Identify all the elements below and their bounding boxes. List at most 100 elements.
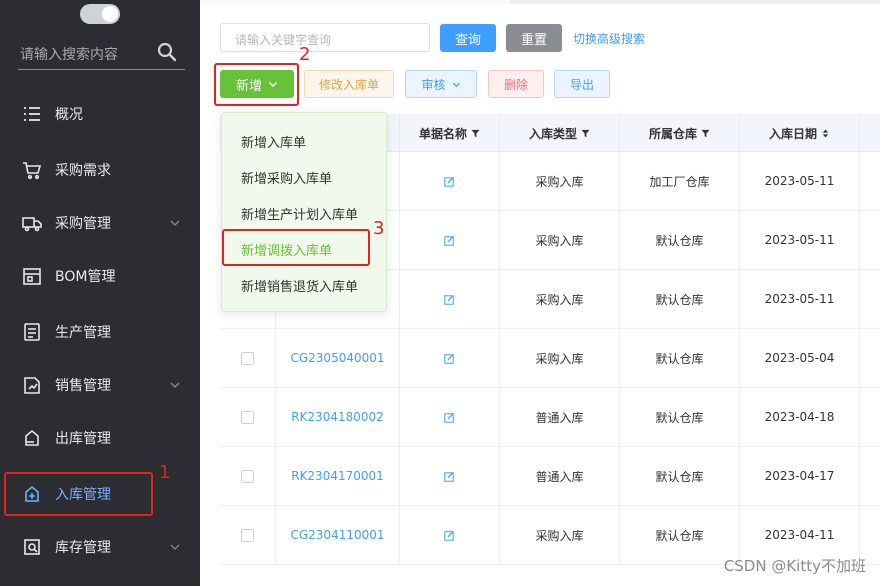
edit-icon[interactable] — [444, 176, 455, 187]
row-checkbox[interactable] — [241, 469, 254, 483]
code-cell: RK2304170001 — [276, 447, 400, 505]
table-row[interactable]: CG2305040001 采购入库 默认仓库 2023-05-04 — [220, 329, 880, 388]
code-cell: RK2304180002 — [276, 388, 400, 446]
inbound-type-cell: 普通入库 — [500, 447, 620, 505]
sidebar-item-label: 概况 — [55, 107, 83, 123]
inbound-date-cell: 2023-05-04 — [740, 329, 860, 387]
sidebar-item-label: 库存管理 — [55, 540, 111, 556]
cart-icon — [23, 162, 42, 180]
active-tab[interactable] — [510, 0, 880, 4]
edit-icon[interactable] — [444, 235, 455, 246]
sidebar-search-input[interactable]: 请输入搜索内容 — [18, 38, 185, 70]
inbound-date-cell: 2023-05-11 — [740, 152, 860, 210]
inbound-code-link[interactable]: CG2305040001 — [290, 351, 384, 365]
menu-item-new-production-plan-inbound[interactable]: 新增生产计划入库单 — [222, 195, 388, 231]
doc-name-cell — [400, 270, 500, 328]
inbound-code-link[interactable]: RK2304170001 — [291, 469, 384, 483]
sidebar-item-label: 生产管理 — [55, 325, 111, 341]
header-label: 所属仓库 — [648, 126, 697, 141]
warehouse-cell: 默认仓库 — [620, 506, 740, 564]
inbound-type-cell: 采购入库 — [500, 152, 620, 210]
warehouse-cell: 默认仓库 — [620, 211, 740, 269]
edit-icon[interactable] — [444, 412, 455, 423]
inbound-type-cell: 采购入库 — [500, 211, 620, 269]
row-checkbox[interactable] — [241, 351, 254, 365]
inbound-code-link[interactable]: CG2304110001 — [290, 528, 384, 542]
inbound-type-cell: 采购入库 — [500, 329, 620, 387]
sidebar-item-sales[interactable]: 销售管理 — [0, 365, 200, 405]
header-inbound-type[interactable]: 入库类型 — [500, 114, 620, 152]
chevron-down-icon — [170, 382, 180, 388]
toggle-knob — [102, 6, 118, 22]
filter-icon[interactable] — [471, 129, 480, 138]
extra-cell — [860, 152, 880, 210]
header-doc-name[interactable]: 单据名称 — [400, 114, 500, 152]
filter-icon[interactable] — [701, 129, 710, 138]
delete-button[interactable]: 删除 — [488, 70, 544, 98]
annotation-box-1 — [4, 472, 153, 516]
inbound-date-cell: 2023-05-11 — [740, 211, 860, 269]
code-cell: CG2304110001 — [276, 506, 400, 564]
advanced-search-link[interactable]: 切换高级搜索 — [573, 30, 645, 47]
reset-button[interactable]: 重置 — [506, 24, 562, 52]
header-label: 入库类型 — [528, 126, 577, 141]
outbound-icon — [25, 429, 39, 446]
sidebar-item-label: 采购管理 — [55, 216, 111, 232]
truck-icon — [22, 217, 42, 232]
header-inbound-date[interactable]: 入库日期 — [740, 114, 860, 152]
doc-name-cell — [400, 152, 500, 210]
extra-cell — [860, 388, 880, 446]
header-warehouse[interactable]: 所属仓库 — [620, 114, 740, 152]
warehouse-cell: 默认仓库 — [620, 329, 740, 387]
sort-icon[interactable] — [821, 128, 830, 138]
edit-icon[interactable] — [444, 530, 455, 541]
warehouse-cell: 默认仓库 — [620, 388, 740, 446]
sidebar-item-production[interactable]: 生产管理 — [0, 312, 200, 352]
row-checkbox[interactable] — [241, 410, 254, 424]
edit-icon[interactable] — [444, 294, 455, 305]
row-checkbox-cell — [220, 388, 276, 446]
menu-item-new-sales-return-inbound[interactable]: 新增销售退货入库单 — [222, 267, 388, 303]
doc-name-cell — [400, 211, 500, 269]
sidebar-item-label: 销售管理 — [55, 378, 111, 394]
filter-icon[interactable] — [581, 129, 590, 138]
menu-item-new-purchase-inbound[interactable]: 新增采购入库单 — [222, 159, 388, 195]
search-icon[interactable] — [157, 42, 177, 62]
keyword-search-input[interactable]: 请输入关键字查询 — [220, 23, 430, 52]
edit-icon[interactable] — [444, 353, 455, 364]
row-checkbox[interactable] — [241, 528, 254, 542]
sidebar-item-overview[interactable]: 概况 — [0, 94, 200, 134]
edit-icon[interactable] — [444, 471, 455, 482]
sidebar-item-inventory[interactable]: 库存管理 — [0, 527, 200, 567]
sidebar-item-outbound[interactable]: 出库管理 — [0, 418, 200, 458]
annotation-box-2 — [214, 63, 299, 106]
annotation-number-2: 2 — [299, 44, 311, 65]
sidebar-item-purchase-demand[interactable]: 采购需求 — [0, 150, 200, 190]
watermark: CSDN @Kitty不加班 — [723, 557, 866, 575]
query-button[interactable]: 查询 — [440, 24, 496, 52]
inbound-code-link[interactable]: RK2304180002 — [291, 410, 384, 424]
row-checkbox-cell — [220, 447, 276, 505]
menu-item-new-inbound[interactable]: 新增入库单 — [222, 123, 388, 159]
inbound-date-cell: 2023-04-17 — [740, 447, 860, 505]
row-checkbox-cell — [220, 329, 276, 387]
audit-button[interactable]: 审核 — [405, 70, 477, 98]
sidebar-item-bom[interactable]: BOM管理 — [0, 256, 200, 296]
doc-name-cell — [400, 388, 500, 446]
edit-inbound-button[interactable]: 修改入库单 — [304, 70, 394, 98]
sidebar-item-label: BOM管理 — [55, 269, 116, 285]
doc-name-cell — [400, 506, 500, 564]
bom-icon — [23, 268, 41, 285]
warehouse-cell: 默认仓库 — [620, 270, 740, 328]
header-label: 单据名称 — [418, 126, 467, 141]
audit-button-label: 审核 — [421, 77, 446, 92]
sidebar-item-purchase-management[interactable]: 采购管理 — [0, 203, 200, 243]
export-button[interactable]: 导出 — [554, 70, 610, 98]
sidebar-item-label: 采购需求 — [55, 163, 111, 179]
collapse-toggle[interactable] — [80, 4, 120, 24]
extra-cell — [860, 270, 880, 328]
inbound-type-cell: 采购入库 — [500, 506, 620, 564]
annotation-number-3: 3 — [373, 218, 385, 239]
table-row[interactable]: RK2304170001 普通入库 默认仓库 2023-04-17 — [220, 447, 880, 506]
table-row[interactable]: RK2304180002 普通入库 默认仓库 2023-04-18 — [220, 388, 880, 447]
